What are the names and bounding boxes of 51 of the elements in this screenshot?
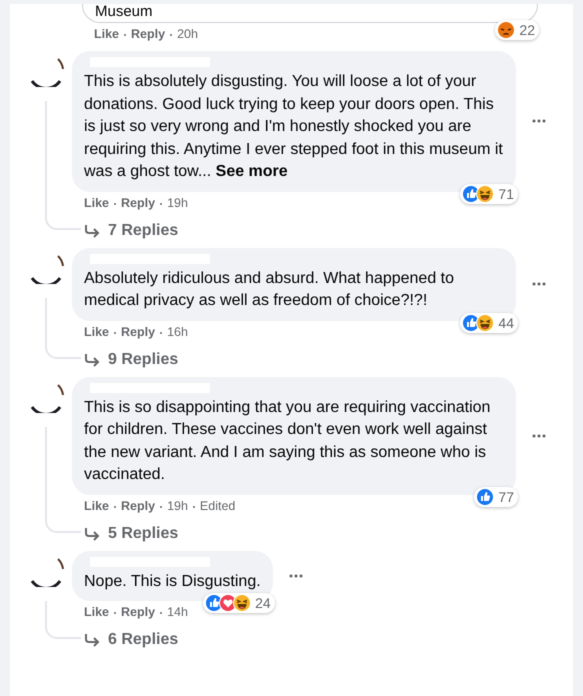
separator-dot [160, 332, 162, 334]
timestamp[interactable]: 19h [167, 196, 188, 212]
view-replies-link[interactable]: 6 Replies [72, 621, 178, 649]
more-options-icon[interactable] [532, 434, 546, 438]
like-link[interactable]: Like [84, 324, 110, 340]
edited-label: Edited [200, 498, 236, 514]
separator-dot [160, 506, 162, 508]
like-link[interactable]: Like [84, 605, 110, 621]
timestamp[interactable]: 19h [167, 498, 188, 514]
separator-dot [114, 202, 116, 204]
reaction-count-badge[interactable]: 71 [460, 184, 518, 204]
separator-dot [114, 506, 116, 508]
more-options-icon[interactable] [288, 574, 303, 578]
thread-connector-line [45, 600, 81, 639]
reply-link[interactable]: Reply [121, 498, 156, 514]
view-replies-link[interactable]: 9 Replies [72, 340, 178, 368]
like-link[interactable]: Like [84, 498, 110, 514]
separator-dot [170, 34, 172, 36]
separator-dot [160, 612, 162, 614]
separator-dot [124, 34, 126, 36]
like-link[interactable]: Like [94, 27, 120, 43]
comment-text: Absolutely ridiculous and absurd. What happened to medical privacy as well as freedom of choice?!?! [84, 268, 456, 311]
separator-dot [114, 612, 116, 614]
reaction-count-badge[interactable]: 44 [460, 312, 518, 332]
timestamp[interactable]: 14h [167, 605, 188, 621]
reaction-count-badge[interactable]: 22 [495, 20, 539, 40]
timestamp[interactable]: 16h [167, 324, 188, 340]
reply-link[interactable]: Reply [131, 27, 166, 43]
separator-dot [192, 506, 195, 508]
reply-link[interactable]: Reply [121, 605, 156, 621]
timestamp[interactable]: 20h [177, 27, 198, 43]
reply-arrow-icon [84, 352, 100, 366]
reaction-count-badge[interactable]: 77 [474, 486, 518, 506]
comment-text: Museum [95, 3, 153, 20]
comment-text: This is so disappointing that you are requiring vaccination for children. These vaccines don't even work well against the new variant. And I am saying this as someone who is vaccinated. [84, 398, 492, 485]
separator-dot [114, 332, 116, 334]
reply-arrow-icon [84, 526, 100, 540]
reply-link[interactable]: Reply [121, 324, 156, 340]
comment-text: This is absolutely disgusting. You will loose a lot of your donations. Good luck trying to keep your doors open. This is just so very wrong and I'm honestly shocked you are requiring this. Anytime I ever stepped foot in this museum it was a ghost tow... See more [84, 72, 504, 182]
comment-text: Nope. This is Disgusting. [84, 572, 261, 592]
separator-dot [160, 202, 162, 204]
view-replies-link[interactable]: 5 Replies [72, 514, 178, 542]
reply-link[interactable]: Reply [121, 196, 156, 212]
more-options-icon[interactable] [532, 119, 546, 124]
like-link[interactable]: Like [84, 196, 110, 212]
see-more-link[interactable]: See more [216, 163, 288, 180]
view-replies-link[interactable]: 7 Replies [72, 212, 178, 240]
reply-arrow-icon [84, 633, 100, 647]
reaction-count-badge[interactable]: 24 [203, 593, 275, 613]
more-options-icon[interactable] [532, 282, 546, 286]
reply-arrow-icon [84, 224, 100, 238]
